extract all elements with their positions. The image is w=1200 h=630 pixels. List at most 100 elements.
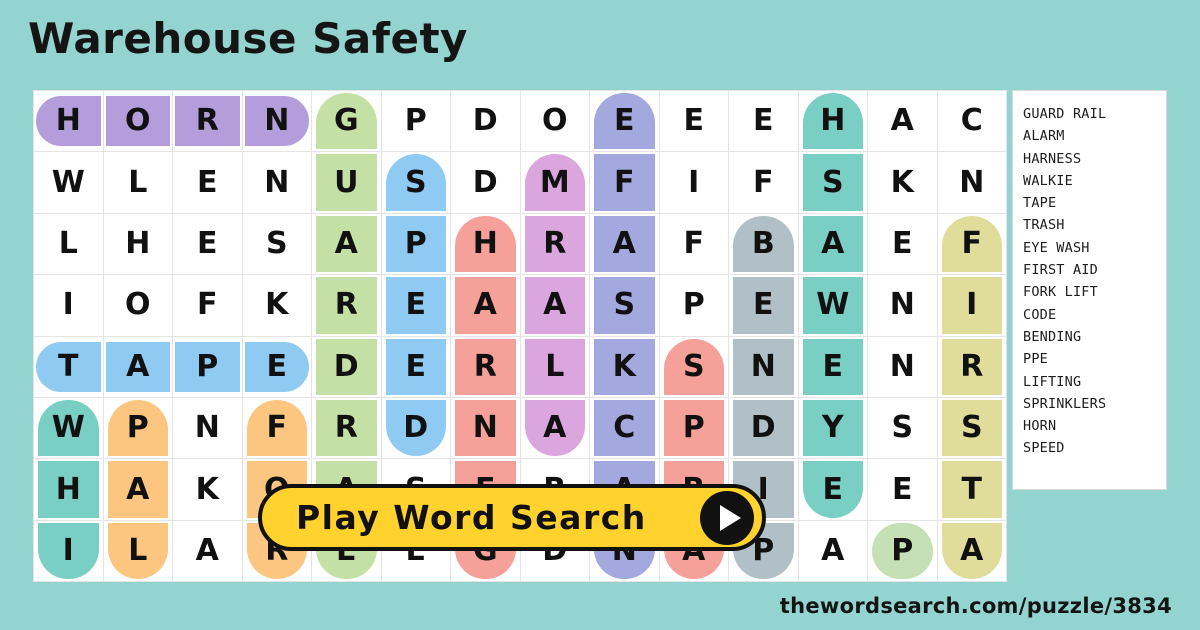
grid-cell[interactable]: O xyxy=(519,89,590,153)
grid-cell[interactable]: A xyxy=(311,212,382,276)
grid-cell[interactable]: A xyxy=(102,458,173,521)
grid-cell[interactable]: W xyxy=(33,151,104,214)
grid-cell[interactable]: P xyxy=(380,89,451,153)
grid-cell[interactable]: G xyxy=(311,89,382,153)
grid-cell[interactable]: R xyxy=(172,89,243,153)
grid-cell[interactable]: E xyxy=(867,212,938,276)
grid-cell[interactable]: E xyxy=(380,335,451,398)
grid-cell[interactable]: I xyxy=(33,274,104,337)
grid-cell[interactable]: F xyxy=(936,212,1007,276)
grid-cell[interactable]: K xyxy=(589,335,660,398)
grid-cell[interactable]: E xyxy=(728,89,799,153)
grid-cell[interactable]: N xyxy=(241,89,312,153)
grid-cell[interactable]: H xyxy=(450,212,521,276)
grid-cell[interactable]: P xyxy=(658,396,729,460)
grid-cell[interactable]: A xyxy=(519,274,590,337)
grid-cell[interactable]: A xyxy=(519,396,590,460)
grid-cell[interactable]: D xyxy=(450,89,521,153)
grid-cell[interactable]: P xyxy=(172,335,243,398)
grid-cell[interactable]: C xyxy=(589,396,660,460)
grid-cell[interactable]: W xyxy=(33,396,104,460)
grid-cell[interactable]: S xyxy=(936,396,1007,460)
grid-cell[interactable]: I xyxy=(658,151,729,214)
grid-cell[interactable]: L xyxy=(102,519,173,583)
grid-cell[interactable]: F xyxy=(589,151,660,214)
grid-cell[interactable]: I xyxy=(936,274,1007,337)
grid-cell[interactable]: A xyxy=(797,519,868,583)
grid-cell[interactable]: A xyxy=(589,212,660,276)
grid-cell[interactable]: S xyxy=(241,212,312,276)
grid-cell[interactable]: N xyxy=(241,151,312,214)
grid-cell[interactable]: L xyxy=(519,335,590,398)
grid-cell[interactable]: P xyxy=(102,396,173,460)
grid-cell[interactable]: A xyxy=(797,212,868,276)
grid-cell[interactable]: F xyxy=(172,274,243,337)
grid-cell[interactable]: R xyxy=(519,212,590,276)
grid-cell[interactable]: F xyxy=(241,396,312,460)
grid-cell[interactable]: L xyxy=(102,151,173,214)
grid-cell[interactable]: E xyxy=(241,335,312,398)
grid-cell[interactable]: N xyxy=(728,335,799,398)
grid-cell[interactable]: I xyxy=(33,519,104,583)
grid-cell[interactable]: O xyxy=(102,89,173,153)
grid-letter: S xyxy=(960,410,983,446)
grid-cell[interactable]: E xyxy=(172,151,243,214)
grid-cell[interactable]: D xyxy=(311,335,382,398)
grid-cell[interactable]: S xyxy=(797,151,868,214)
grid-cell[interactable]: E xyxy=(589,89,660,153)
grid-cell[interactable]: H xyxy=(102,212,173,276)
grid-cell[interactable]: A xyxy=(936,519,1007,583)
grid-cell[interactable]: D xyxy=(380,396,451,460)
grid-cell[interactable]: A xyxy=(867,89,938,153)
grid-cell[interactable]: E xyxy=(380,274,451,337)
grid-cell[interactable]: R xyxy=(311,396,382,460)
grid-cell[interactable]: N xyxy=(867,274,938,337)
grid-cell[interactable]: S xyxy=(867,396,938,460)
grid-cell[interactable]: E xyxy=(172,212,243,276)
grid-cell[interactable]: N xyxy=(867,335,938,398)
grid-cell[interactable]: W xyxy=(797,274,868,337)
grid-cell[interactable]: F xyxy=(658,212,729,276)
grid-cell[interactable]: H xyxy=(797,89,868,153)
grid-cell[interactable]: O xyxy=(102,274,173,337)
grid-cell[interactable]: E xyxy=(658,89,729,153)
grid-cell[interactable]: A xyxy=(450,274,521,337)
grid-cell[interactable]: A xyxy=(102,335,173,398)
grid-cell[interactable]: S xyxy=(589,274,660,337)
grid-cell[interactable]: H xyxy=(33,458,104,521)
grid-cell[interactable]: D xyxy=(728,396,799,460)
grid-cell[interactable]: B xyxy=(728,212,799,276)
grid-cell[interactable]: U xyxy=(311,151,382,214)
grid-cell[interactable]: R xyxy=(311,274,382,337)
grid-cell[interactable]: C xyxy=(936,89,1007,153)
grid-cell[interactable]: K xyxy=(172,458,243,521)
grid-cell[interactable]: A xyxy=(172,519,243,583)
grid-cell[interactable]: E xyxy=(867,458,938,521)
grid-cell[interactable]: R xyxy=(936,335,1007,398)
grid-cell[interactable]: N xyxy=(936,151,1007,214)
grid-cell[interactable]: H xyxy=(33,89,104,153)
play-word-search-button[interactable]: Play Word Search xyxy=(258,484,766,551)
grid-cell[interactable]: P xyxy=(867,519,938,583)
grid-cell[interactable]: T xyxy=(936,458,1007,521)
grid-cell[interactable]: E xyxy=(797,458,868,521)
grid-cell[interactable]: M xyxy=(519,151,590,214)
grid-cell[interactable]: S xyxy=(380,151,451,214)
grid-cell[interactable]: P xyxy=(380,212,451,276)
grid-cell[interactable]: K xyxy=(241,274,312,337)
grid-letter: S xyxy=(891,410,914,446)
grid-cell[interactable]: E xyxy=(797,335,868,398)
grid-cell[interactable]: K xyxy=(867,151,938,214)
word-list-item: ALARM xyxy=(1023,128,1065,145)
grid-cell[interactable]: P xyxy=(658,274,729,337)
grid-cell[interactable]: N xyxy=(172,396,243,460)
grid-cell[interactable]: E xyxy=(728,274,799,337)
grid-cell[interactable]: S xyxy=(658,335,729,398)
grid-cell[interactable]: L xyxy=(33,212,104,276)
grid-cell[interactable]: N xyxy=(450,396,521,460)
grid-cell[interactable]: D xyxy=(450,151,521,214)
grid-cell[interactable]: R xyxy=(450,335,521,398)
grid-cell[interactable]: Y xyxy=(797,396,868,460)
grid-cell[interactable]: F xyxy=(728,151,799,214)
grid-cell[interactable]: T xyxy=(33,335,104,398)
